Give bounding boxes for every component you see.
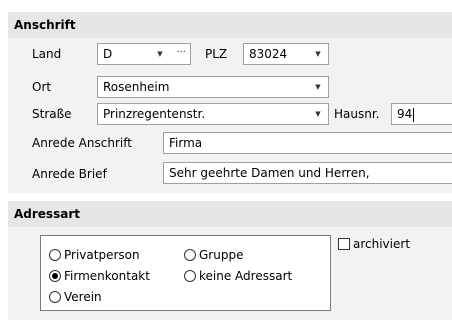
- plz-dropdown-icon[interactable]: ▼: [312, 44, 324, 64]
- land-combobox[interactable]: D ▼ ···: [97, 43, 191, 65]
- ort-label: Ort: [32, 80, 52, 94]
- land-more-button[interactable]: ···: [176, 44, 186, 64]
- strasse-label: Straße: [32, 107, 72, 121]
- radio-privatperson[interactable]: Privatperson: [49, 246, 140, 264]
- radio-verein[interactable]: Verein: [49, 288, 102, 306]
- radio-keine-adressart-indicator[interactable]: [184, 270, 196, 282]
- ort-value: Rosenheim: [103, 80, 170, 94]
- plz-label: PLZ: [205, 47, 228, 61]
- hausnr-input[interactable]: 94: [391, 103, 452, 125]
- radio-privatperson-label: Privatperson: [64, 248, 140, 262]
- archiviert-checkbox[interactable]: archiviert: [338, 236, 410, 252]
- anrede-brief-value: Sehr geehrte Damen und Herren,: [169, 166, 370, 180]
- radio-verein-label: Verein: [64, 290, 102, 304]
- address-form: Anschrift Land D ▼ ··· PLZ 83024 ▼ Ort R…: [0, 0, 452, 320]
- land-label: Land: [32, 47, 62, 61]
- plz-combobox[interactable]: 83024 ▼: [243, 43, 329, 65]
- land-value: D: [103, 47, 113, 61]
- anrede-anschrift-input[interactable]: Firma: [163, 132, 452, 154]
- anschrift-section-header: Anschrift: [8, 12, 452, 38]
- radio-privatperson-indicator[interactable]: [49, 249, 61, 261]
- radio-keine-adressart-label: keine Adressart: [199, 269, 293, 283]
- radio-gruppe[interactable]: Gruppe: [184, 246, 243, 264]
- radio-firmenkontakt[interactable]: Firmenkontakt: [49, 267, 150, 285]
- hausnr-value: 94: [397, 107, 413, 121]
- ort-dropdown-icon[interactable]: ▼: [312, 77, 324, 97]
- adressart-radio-group: Privatperson Gruppe Firmenkontakt keine …: [40, 235, 331, 311]
- strasse-combobox[interactable]: Prinzregentenstr. ▼: [97, 103, 329, 125]
- radio-firmenkontakt-label: Firmenkontakt: [64, 269, 150, 283]
- ort-combobox[interactable]: Rosenheim ▼: [97, 76, 329, 98]
- hausnr-label: Hausnr.: [334, 107, 380, 121]
- radio-firmenkontakt-indicator[interactable]: [49, 270, 61, 282]
- radio-gruppe-label: Gruppe: [199, 248, 244, 262]
- text-caret: [413, 107, 415, 122]
- radio-keine-adressart[interactable]: keine Adressart: [184, 267, 292, 285]
- anrede-brief-label: Anrede Brief: [32, 167, 107, 181]
- land-dropdown-icon[interactable]: ▼: [154, 44, 166, 64]
- plz-value: 83024: [249, 47, 288, 61]
- radio-verein-indicator[interactable]: [49, 291, 61, 303]
- strasse-value: Prinzregentenstr.: [103, 107, 206, 121]
- anrede-anschrift-label: Anrede Anschrift: [32, 136, 132, 150]
- anrede-anschrift-value: Firma: [169, 136, 203, 150]
- adressart-section-header: Adressart: [8, 201, 452, 227]
- anrede-brief-input[interactable]: Sehr geehrte Damen und Herren,: [163, 162, 452, 184]
- strasse-dropdown-icon[interactable]: ▼: [312, 104, 324, 124]
- archiviert-checkbox-box[interactable]: [338, 238, 350, 250]
- archiviert-label: archiviert: [353, 237, 411, 251]
- radio-gruppe-indicator[interactable]: [184, 249, 196, 261]
